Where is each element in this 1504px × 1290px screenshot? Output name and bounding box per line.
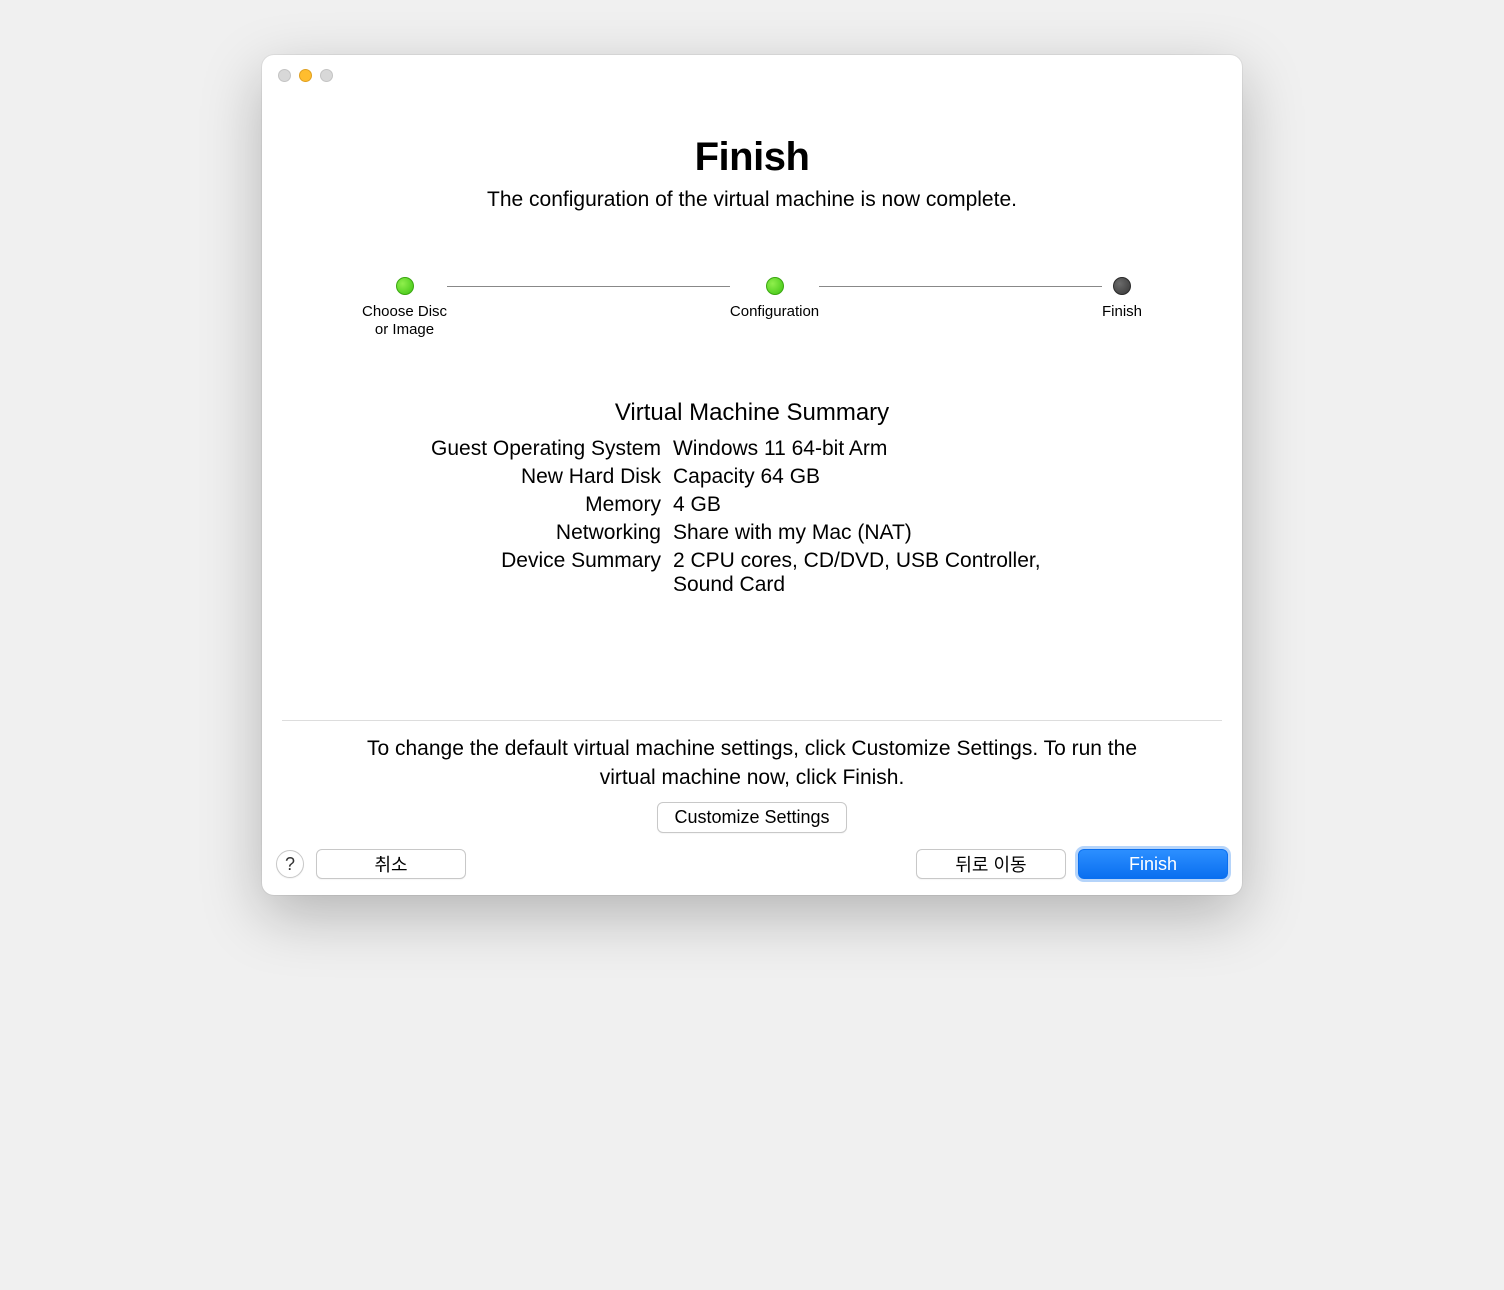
vm-summary: Virtual Machine Summary Guest Operating … bbox=[282, 399, 1222, 597]
window-minimize-button[interactable] bbox=[299, 69, 312, 82]
help-button[interactable]: ? bbox=[276, 850, 304, 878]
content-area: Finish The configuration of the virtual … bbox=[262, 95, 1242, 833]
step-choose-disc: Choose Disc or Image bbox=[362, 277, 447, 339]
step-connector bbox=[447, 286, 730, 287]
step-finish: Finish bbox=[1102, 277, 1142, 321]
summary-rows: Guest Operating System Windows 11 64-bit… bbox=[431, 437, 1073, 597]
step-label: Configuration bbox=[730, 303, 819, 321]
summary-label-devices: Device Summary bbox=[431, 549, 661, 597]
summary-label-networking: Networking bbox=[431, 521, 661, 545]
finish-button[interactable]: Finish bbox=[1078, 849, 1228, 879]
summary-title: Virtual Machine Summary bbox=[615, 399, 889, 427]
summary-label-disk: New Hard Disk bbox=[431, 465, 661, 489]
step-dot-completed-icon bbox=[396, 277, 414, 295]
customize-settings-button[interactable]: Customize Settings bbox=[657, 802, 846, 833]
footer-text: To change the default virtual machine se… bbox=[282, 735, 1222, 792]
back-button[interactable]: 뒤로 이동 bbox=[916, 849, 1066, 879]
progress-stepper: Choose Disc or Image Configuration Finis… bbox=[282, 277, 1222, 339]
step-label: Choose Disc or Image bbox=[362, 303, 447, 339]
summary-value-os: Windows 11 64-bit Arm bbox=[673, 437, 1073, 461]
page-subtitle: The configuration of the virtual machine… bbox=[282, 188, 1222, 212]
titlebar bbox=[262, 55, 1242, 95]
page-title: Finish bbox=[282, 135, 1222, 180]
summary-value-devices: 2 CPU cores, CD/DVD, USB Controller, Sou… bbox=[673, 549, 1073, 597]
step-dot-completed-icon bbox=[766, 277, 784, 295]
summary-value-memory: 4 GB bbox=[673, 493, 1073, 517]
summary-label-memory: Memory bbox=[431, 493, 661, 517]
step-dot-current-icon bbox=[1113, 277, 1131, 295]
step-configuration: Configuration bbox=[730, 277, 819, 321]
step-label: Finish bbox=[1102, 303, 1142, 321]
header: Finish The configuration of the virtual … bbox=[282, 135, 1222, 212]
button-bar: ? 취소 뒤로 이동 Finish bbox=[262, 833, 1242, 895]
step-connector bbox=[819, 286, 1102, 287]
summary-value-disk: Capacity 64 GB bbox=[673, 465, 1073, 489]
footer-section: To change the default virtual machine se… bbox=[282, 720, 1222, 833]
cancel-button[interactable]: 취소 bbox=[316, 849, 466, 879]
summary-label-os: Guest Operating System bbox=[431, 437, 661, 461]
window-maximize-button[interactable] bbox=[320, 69, 333, 82]
summary-value-networking: Share with my Mac (NAT) bbox=[673, 521, 1073, 545]
window-close-button[interactable] bbox=[278, 69, 291, 82]
wizard-window: Finish The configuration of the virtual … bbox=[262, 55, 1242, 895]
